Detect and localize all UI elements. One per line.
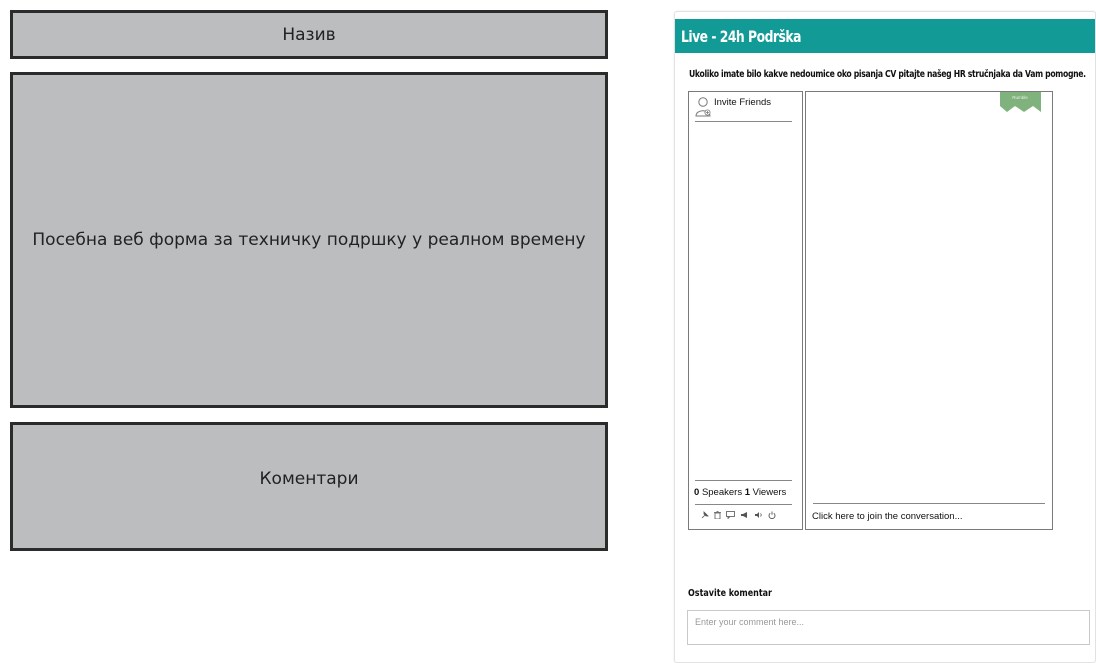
viewers-count: 1: [744, 487, 751, 498]
invite-friends-button[interactable]: Invite Friends: [694, 96, 771, 118]
wireframe-form-box: Посебна веб форма за техничку подршку у …: [10, 72, 608, 408]
divider: [813, 503, 1045, 504]
divider: [695, 504, 792, 505]
viewers-label: Viewers: [752, 487, 787, 498]
wireframe-title-box: Назив: [10, 10, 608, 59]
wireframe-comments-label: Коментари: [259, 468, 359, 489]
join-conversation-link[interactable]: Click here to join the conversation...: [812, 511, 963, 522]
wireframe-comments-box: Коментари: [10, 422, 608, 551]
invite-friends-label: Invite Friends: [714, 97, 772, 108]
participant-counts: 0 Speakers 1 Viewers: [694, 487, 786, 498]
wireframe-title-label: Назив: [282, 24, 336, 45]
support-panel: Live - 24h Podrška Ukoliko imate bilo ka…: [674, 11, 1096, 663]
panel-header: Live - 24h Podrška: [675, 19, 1095, 53]
volume-icon[interactable]: [754, 511, 763, 519]
comment-input[interactable]: [687, 610, 1090, 645]
ribbon-badge: Rumble: [1000, 92, 1041, 112]
trash-icon[interactable]: [714, 511, 721, 519]
speakers-label: Speakers: [701, 487, 743, 498]
panel-title: Live - 24h Podrška: [681, 26, 801, 46]
megaphone-icon[interactable]: [740, 511, 749, 519]
leave-comment-heading: Ostavite komentar: [688, 588, 773, 599]
user-add-icon: [695, 97, 711, 117]
divider: [695, 121, 792, 122]
speakers-count: 0: [694, 487, 700, 498]
wireframe-form-label: Посебна веб форма за техничку подршку у …: [32, 230, 586, 250]
chat-icon[interactable]: [726, 511, 735, 519]
conversation-panel: Rumble Click here to join the conversati…: [805, 91, 1053, 530]
chat-toolbar: [701, 511, 776, 519]
users-list-panel: Invite Friends 0 Speakers 1 Viewers: [688, 91, 803, 530]
intro-text: Ukoliko imate bilo kakve nedoumice oko p…: [689, 69, 1086, 80]
divider: [695, 480, 792, 481]
power-icon[interactable]: [768, 511, 776, 519]
pin-icon[interactable]: [701, 511, 709, 519]
ribbon-label: Rumble: [1012, 95, 1028, 100]
